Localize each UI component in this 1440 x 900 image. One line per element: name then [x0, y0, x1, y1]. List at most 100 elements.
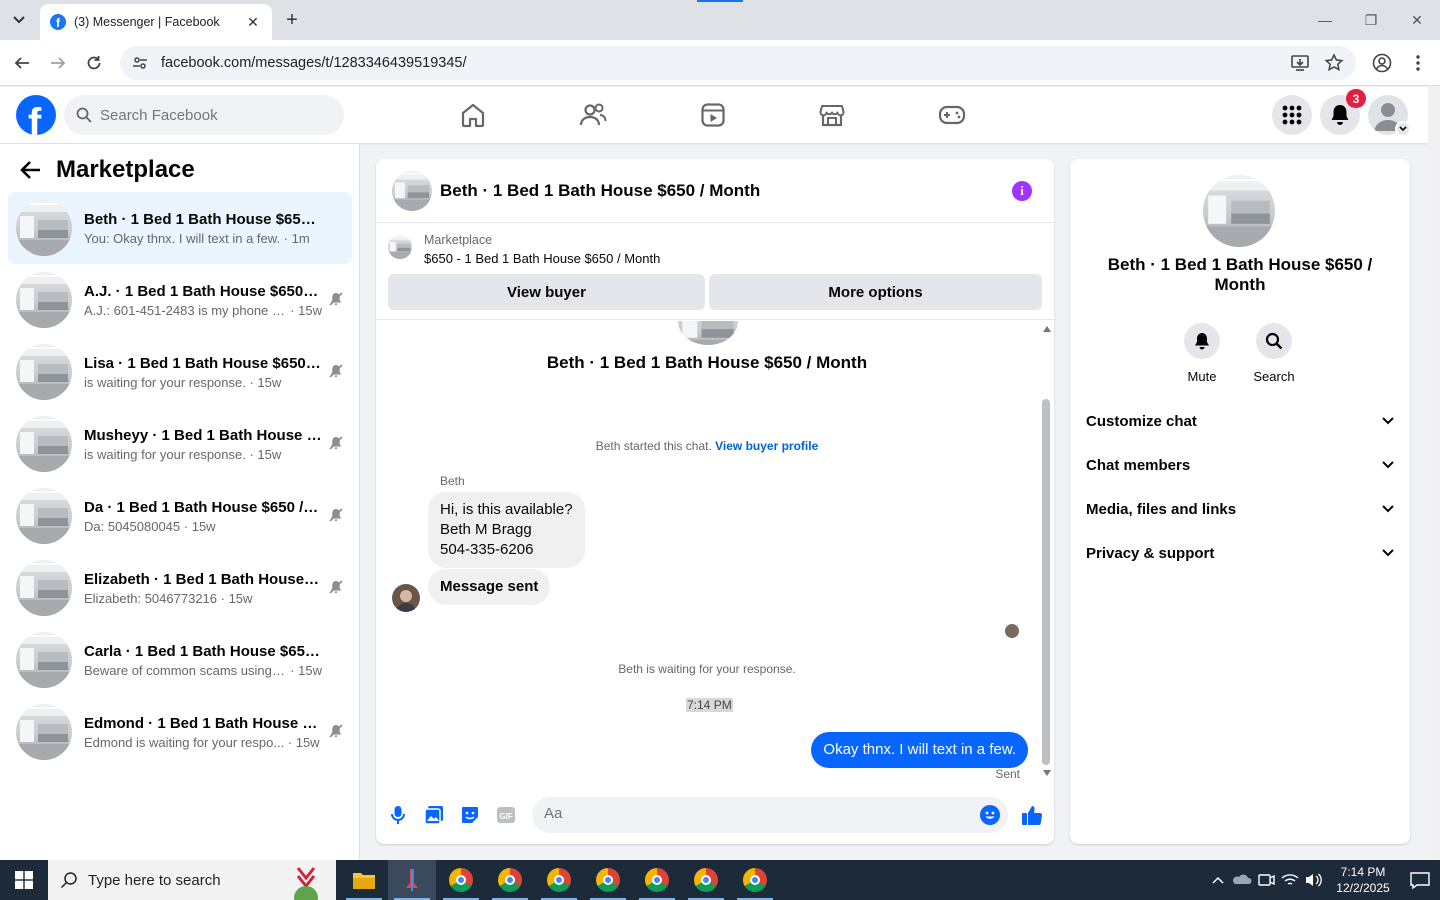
file-explorer-icon[interactable]	[340, 860, 388, 900]
back-arrow-icon[interactable]	[20, 160, 42, 180]
incoming-message[interactable]: Hi, is this available? Beth M Bragg 504-…	[428, 492, 585, 568]
tab-close-icon[interactable]: ✕	[244, 13, 262, 31]
profile-icon[interactable]	[1370, 51, 1394, 75]
mute-action[interactable]: Mute	[1172, 323, 1232, 384]
sticker-icon[interactable]	[458, 803, 482, 827]
notification-badge: 3	[1346, 89, 1366, 108]
chrome-profile-icon[interactable]	[731, 860, 779, 900]
chrome-profile-icon[interactable]	[682, 860, 730, 900]
conversation-item[interactable]: Carla · 1 Bed 1 Bath House $650 / Month B…	[8, 624, 352, 696]
outgoing-message[interactable]: Okay thnx. I will text in a few.	[811, 732, 1028, 768]
info-title: Beth · 1 Bed 1 Bath House $650 / Month	[1107, 255, 1373, 294]
friends-icon[interactable]	[577, 99, 609, 131]
chrome-profile-icon[interactable]	[535, 860, 583, 900]
sender-avatar[interactable]	[392, 584, 420, 612]
info-section-row[interactable]: Media, files and links	[1086, 487, 1394, 531]
bookmark-star-icon[interactable]	[1324, 53, 1344, 73]
page-scrollbar[interactable]	[1428, 87, 1440, 860]
info-section-row[interactable]: Privacy & support	[1086, 531, 1394, 575]
listing-title[interactable]: $650 - 1 Bed 1 Bath House $650 / Month	[424, 251, 660, 266]
search-icon	[60, 872, 77, 889]
chrome-profile-icon[interactable]	[584, 860, 632, 900]
network-icon[interactable]	[1278, 860, 1302, 900]
tab-search-dropdown-icon[interactable]	[6, 8, 32, 32]
microphone-icon[interactable]	[386, 803, 410, 827]
facebook-header: f 3	[0, 87, 1428, 143]
conversation-item[interactable]: Musheyy · 1 Bed 1 Bath House $650 / Mont…	[8, 408, 352, 480]
browser-menu-icon[interactable]	[1406, 51, 1430, 75]
new-tab-button[interactable]: +	[280, 8, 304, 32]
scrollbar-thumb[interactable]	[1042, 399, 1050, 765]
incoming-message[interactable]: Message sent	[428, 569, 551, 605]
view-buyer-profile-link[interactable]: View buyer profile	[715, 439, 818, 453]
chrome-profile-icon[interactable]	[437, 860, 485, 900]
facebook-search[interactable]	[64, 95, 344, 135]
chrome-profile-icon[interactable]	[486, 860, 534, 900]
scroll-up-icon[interactable]	[1042, 325, 1052, 333]
taskbar-clock[interactable]: 7:14 PM 12/2/2025	[1326, 864, 1400, 896]
conversation-item[interactable]: Elizabeth · 1 Bed 1 Bath House $650 / Mo…	[8, 552, 352, 624]
site-info-icon[interactable]	[132, 55, 148, 71]
install-app-icon[interactable]	[1290, 53, 1310, 73]
tab-title: (3) Messenger | Facebook	[74, 15, 220, 29]
taskbar-search-box[interactable]: Type here to search	[48, 860, 336, 900]
back-button[interactable]	[10, 51, 34, 75]
marketplace-icon[interactable]	[816, 99, 848, 131]
info-section-row[interactable]: Chat members	[1086, 443, 1394, 487]
menu-grid-button[interactable]	[1272, 95, 1312, 135]
scroll-down-icon[interactable]	[1042, 769, 1052, 777]
message-input-box[interactable]	[532, 797, 1008, 833]
chat-started-notice: Beth started this chat. View buyer profi…	[376, 439, 1038, 453]
chat-thumbnail[interactable]	[392, 171, 432, 211]
gif-icon[interactable]: GIF	[494, 803, 518, 827]
chrome-profile-icon[interactable]	[633, 860, 681, 900]
info-icon[interactable]: i	[1012, 181, 1032, 201]
windows-start-button[interactable]	[0, 860, 48, 900]
action-center-icon[interactable]	[1400, 860, 1440, 900]
conversation-item[interactable]: Da · 1 Bed 1 Bath House $650 / Month Da: …	[8, 480, 352, 552]
thread-scrollbar[interactable]	[1040, 321, 1054, 781]
view-buyer-button[interactable]: View buyer	[388, 274, 705, 310]
more-options-button[interactable]: More options	[709, 274, 1042, 310]
conversation-item[interactable]: Beth · 1 Bed 1 Bath House $650 / Month Yo…	[8, 192, 352, 264]
info-section-label: Customize chat	[1086, 412, 1197, 430]
search-action[interactable]: Search	[1244, 323, 1304, 384]
show-hidden-icons-icon[interactable]	[1206, 860, 1230, 900]
home-icon[interactable]	[457, 99, 489, 131]
conversation-item[interactable]: A.J. · 1 Bed 1 Bath House $650 / Month A.…	[8, 264, 352, 336]
chat-title[interactable]: Beth · 1 Bed 1 Bath House $650 / Month	[440, 181, 760, 201]
minimize-button[interactable]: —	[1302, 0, 1348, 40]
search-input[interactable]	[100, 106, 320, 124]
info-section-row[interactable]: Customize chat	[1086, 399, 1394, 443]
conversation-item[interactable]: Lisa · 1 Bed 1 Bath House $650 / Month is…	[8, 336, 352, 408]
thumbs-up-icon[interactable]	[1020, 803, 1044, 827]
dot-separator: ·	[284, 734, 296, 750]
photo-icon[interactable]	[422, 803, 446, 827]
facebook-favicon-icon: f	[50, 14, 66, 30]
close-window-button[interactable]: ✕	[1394, 0, 1440, 40]
address-bar[interactable]: facebook.com/messages/t/1283346439519345…	[120, 46, 1356, 80]
facebook-logo[interactable]: f	[16, 95, 56, 135]
account-chevron-icon[interactable]	[1395, 121, 1411, 137]
browser-tab-messenger[interactable]: f (3) Messenger | Facebook ✕	[40, 4, 272, 40]
conversation-time: 15w	[298, 302, 322, 318]
reload-button[interactable]	[82, 51, 106, 75]
emoji-icon[interactable]	[980, 805, 1000, 825]
video-icon[interactable]	[697, 99, 729, 131]
meet-now-icon[interactable]	[1254, 860, 1278, 900]
app-pinned-icon[interactable]	[388, 860, 436, 900]
volume-icon[interactable]	[1302, 860, 1326, 900]
sender-name: Beth	[440, 474, 465, 488]
search-in-chat-button[interactable]	[1256, 323, 1292, 359]
forward-button[interactable]	[46, 51, 70, 75]
windows-taskbar: Type here to search 7:14 PM 12/2/2025	[0, 860, 1440, 900]
conversation-name: Elizabeth · 1 Bed 1 Bath House $650 / Mo…	[84, 570, 322, 588]
onedrive-icon[interactable]	[1230, 860, 1254, 900]
mute-button[interactable]	[1184, 323, 1220, 359]
conversation-snippet: Elizabeth: 5046773216	[84, 590, 218, 606]
gaming-icon[interactable]	[936, 99, 968, 131]
message-input[interactable]	[544, 805, 964, 822]
taskbar-search-placeholder: Type here to search	[88, 871, 221, 889]
restore-button[interactable]: ❐	[1348, 0, 1394, 40]
conversation-item[interactable]: Edmond · 1 Bed 1 Bath House $650 / Month…	[8, 696, 352, 768]
